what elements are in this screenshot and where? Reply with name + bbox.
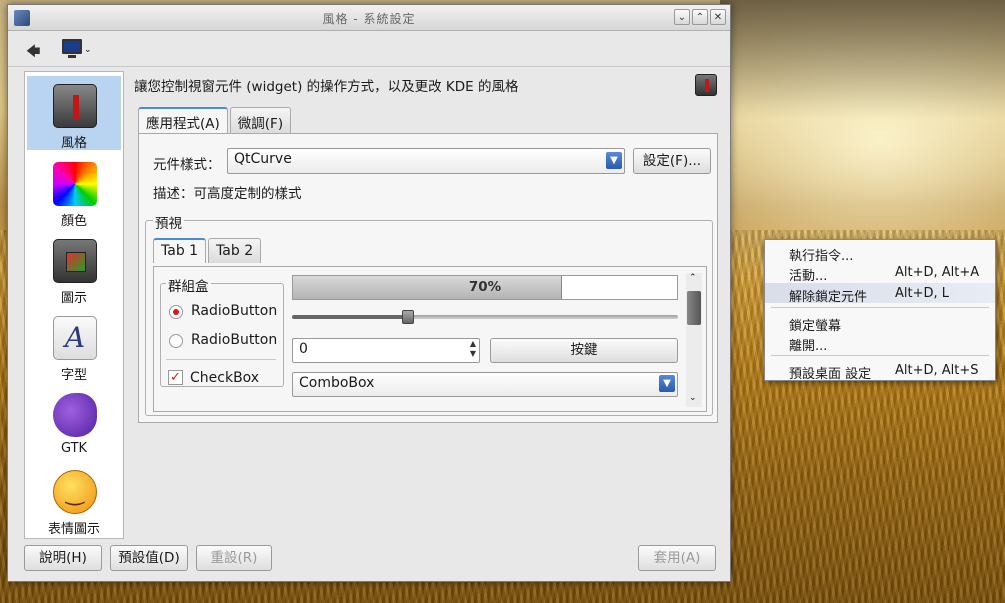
menu-item-shortcut: Alt+D, Alt+A [895,265,980,280]
menu-item-label: 離開... [789,339,828,354]
menu-item-label: 解除鎖定元件 [789,290,868,305]
progress-bar: 70% [292,275,678,300]
gtk-icon [53,393,97,437]
menu-item-shortcut: Alt+D, L [895,286,950,301]
font-icon: A [53,316,97,360]
slider-handle[interactable] [401,310,414,324]
preview-tab-2[interactable]: Tab 2 [208,238,262,263]
menu-separator [771,355,989,356]
menu-item-label: 活動... [789,269,828,284]
sidebar-item-label: 字型 [60,368,87,383]
menu-item-activities[interactable]: 活動... Alt+D, Alt+A [765,262,995,284]
icons-icon [53,239,97,283]
menu-item-lock-screen[interactable]: 鎖定螢幕 [765,312,995,334]
sidebar-item-label: 顏色 [60,214,87,229]
spin-value: 0 [299,341,308,357]
radio-button-2[interactable] [169,334,183,348]
sidebar-item-label: 圖示 [60,291,87,306]
menu-item-run-command[interactable]: 執行指令... [765,242,995,264]
sidebar-item-gtk[interactable]: GTK [27,385,121,459]
menu-item-shortcut: Alt+D, Alt+S [895,363,979,378]
close-button[interactable]: ✕ [710,9,726,25]
tab-panel: 元件樣式： QtCurve ▼ 設定(F)... 描述：可高度定制的樣式 預視 … [138,133,718,423]
checkbox[interactable]: ✓ [168,370,183,385]
sidebar-item-color[interactable]: 顏色 [27,154,121,229]
scroll-down-icon[interactable]: ⌄ [689,393,697,403]
radio-button-1[interactable] [169,305,183,319]
style-icon [53,84,97,128]
titlebar[interactable]: 風格 - 系統設定 ⌄ ⌃ ✕ [8,5,730,31]
preview-combobox-value: ComboBox [299,375,375,391]
color-icon [53,162,97,206]
reset-button[interactable]: 重設(R) [196,545,272,571]
chevron-down-icon: ▼ [606,152,622,169]
chevron-down-icon: ▼ [659,375,675,392]
emoticon-icon [53,470,97,514]
bottom-button-bar: 說明(H) 預設值(D) 重設(R) 套用(A) [8,543,730,583]
slider[interactable] [292,315,678,319]
preview-title: 預視 [153,212,184,232]
back-arrow-icon[interactable]: 🡄 [26,41,40,65]
groupbox-title: 群組盒 [166,275,211,295]
apply-button[interactable]: 套用(A) [638,545,716,571]
checkbox-label: CheckBox [190,370,260,386]
monitor-icon [62,39,82,54]
widget-style-combo[interactable]: QtCurve ▼ [227,148,625,174]
chevron-down-icon: ⌄ [84,45,92,55]
sidebar-item-label: GTK [60,441,88,456]
menu-item-label: 預設桌面 設定 [789,367,872,382]
tabbar: 應用程式(A) 微調(F) [138,107,293,133]
main-panel: 讓您控制視窗元件 (widget) 的操作方式，以及更改 KDE 的風格 應用程… [130,71,718,539]
widget-style-label: 元件樣式： [153,157,221,173]
sidebar-item-emoticons[interactable]: 表情圖示 [27,462,121,537]
sidebar: 風格 顏色 圖示 A 字型 GTK 表情圖示 [24,71,124,539]
defaults-button[interactable]: 預設值(D) [110,545,188,571]
spin-box[interactable]: 0 ▲ ▼ [292,338,480,363]
preview-tab-1[interactable]: Tab 1 [153,238,207,263]
overview-button[interactable]: ⌄ [60,37,94,61]
minimize-button[interactable]: ⌄ [674,9,690,25]
help-button[interactable]: 說明(H) [24,545,102,571]
module-icon [695,74,717,96]
tab-fine-tuning[interactable]: 微調(F) [229,107,292,133]
radio-label-2: RadioButton [191,332,278,348]
menu-item-leave[interactable]: 離開... [765,332,995,354]
sidebar-item-style[interactable]: 風格 [27,76,121,151]
tab-applications[interactable]: 應用程式(A) [138,107,228,133]
wallpaper-sky [720,0,1005,120]
toolbar: 🡄 ⌄ [8,31,730,67]
widget-style-value: QtCurve [234,151,292,167]
desktop-context-menu: 執行指令... 活動... Alt+D, Alt+A 解除鎖定元件 Alt+D,… [764,239,996,382]
vertical-scrollbar[interactable]: ⌃ ⌄ [686,273,702,407]
preview-combobox[interactable]: ComboBox ▼ [292,372,678,397]
spin-arrows-icon[interactable]: ▲ ▼ [470,339,476,359]
sidebar-item-label: 表情圖示 [47,522,100,537]
menu-item-unlock-widgets[interactable]: 解除鎖定元件 Alt+D, L [765,283,995,305]
configure-button[interactable]: 設定(F)... [633,148,711,174]
style-description: 描述：可高度定制的樣式 [153,186,302,202]
module-description: 讓您控制視窗元件 (widget) 的操作方式，以及更改 KDE 的風格 [134,79,519,95]
scrollbar-handle[interactable] [687,291,701,325]
radio-label-1: RadioButton [191,303,278,319]
maximize-button[interactable]: ⌃ [692,9,708,25]
window-title: 風格 - 系統設定 [322,12,416,26]
push-button[interactable]: 按鍵 [490,338,678,363]
preview-tab-panel: 群組盒 RadioButton RadioButton ✓ CheckBox 7… [153,266,707,412]
menu-separator [771,307,989,308]
sidebar-item-label: 風格 [60,136,87,151]
menu-item-desktop-settings[interactable]: 預設桌面 設定 Alt+D, Alt+S [765,360,995,382]
system-settings-window: 風格 - 系統設定 ⌄ ⌃ ✕ 🡄 ⌄ 風格 顏色 圖示 A 字型 GTK ‿ … [7,4,731,582]
sidebar-item-icons[interactable]: 圖示 [27,231,121,306]
sidebar-item-fonts[interactable]: A 字型 [27,308,121,383]
scroll-up-icon[interactable]: ⌃ [689,273,697,283]
progress-text: 70% [468,279,502,295]
